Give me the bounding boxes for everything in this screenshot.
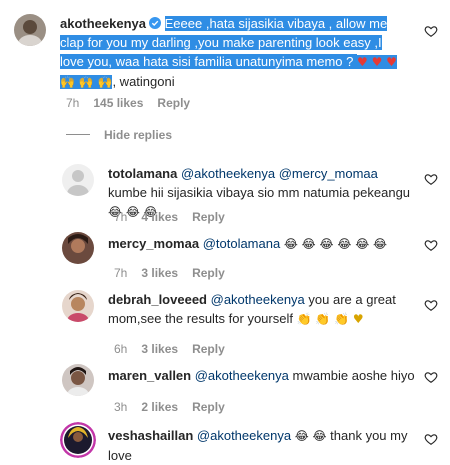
likes-count[interactable]: 4 likes: [141, 210, 178, 224]
comment-tail: , watingoni: [112, 74, 175, 89]
reply-totolamana: totolamana @akotheekenya @mercy_momaa ku…: [0, 160, 450, 224]
heart-outline-icon[interactable]: [424, 432, 438, 446]
timestamp: 3h: [114, 400, 128, 414]
heart-outline-icon[interactable]: [424, 172, 438, 186]
reply-button[interactable]: Reply: [192, 400, 225, 414]
comment-text: akotheekenya Eeeee ,hata sijasikia vibay…: [60, 14, 400, 92]
heart-outline-icon[interactable]: [424, 370, 438, 384]
comment-body: kumbe hii sijasikia vibaya sio mm natumi…: [108, 185, 411, 200]
mention[interactable]: @akotheekenya: [195, 368, 289, 383]
hide-replies-button[interactable]: Hide replies: [66, 128, 172, 142]
reply-button[interactable]: Reply: [192, 266, 225, 280]
verified-badge-icon: [149, 17, 161, 29]
reply-button[interactable]: Reply: [157, 96, 190, 110]
timestamp: 7h: [114, 210, 128, 224]
mention[interactable]: @akotheekenya @mercy_momaa: [181, 166, 378, 181]
comment-meta: 7h 145 likes Reply: [66, 96, 204, 110]
comment-text: mercy_momaa @totolamana 😂 😂 😂 😂 😂 😂: [108, 234, 418, 254]
reply-debrah-loveeed: debrah_loveeed @akotheekenya you are a g…: [0, 290, 450, 360]
mention[interactable]: @totolamana: [203, 236, 281, 251]
username[interactable]: maren_vallen: [108, 368, 191, 383]
timestamp: 7h: [114, 266, 128, 280]
heart-outline-icon[interactable]: [424, 238, 438, 252]
reply-button[interactable]: Reply: [192, 210, 225, 224]
mention[interactable]: @akotheekenya: [211, 292, 305, 307]
comment-meta: 3h 2 likes Reply: [114, 400, 239, 414]
comment-meta: 6h 3 likes Reply: [114, 342, 239, 356]
username[interactable]: debrah_loveeed: [108, 292, 207, 307]
likes-count[interactable]: 3 likes: [141, 342, 178, 356]
emoji-group: 😂 😂: [294, 429, 327, 443]
comment-akotheekenya: akotheekenya Eeeee ,hata sijasikia vibay…: [0, 0, 450, 118]
comment-text: veshashaillan @akotheekenya 😂 😂 thank yo…: [108, 426, 418, 465]
reply-button[interactable]: Reply: [192, 342, 225, 356]
mention[interactable]: @akotheekenya: [197, 428, 291, 443]
avatar[interactable]: [60, 422, 96, 458]
comment-meta: 7h 4 likes Reply: [114, 210, 239, 224]
avatar[interactable]: [62, 164, 94, 196]
likes-count[interactable]: 145 likes: [93, 96, 143, 110]
avatar[interactable]: [62, 290, 94, 322]
divider-line: [66, 134, 90, 135]
comment-body: mwambie aoshe hiyo: [288, 368, 415, 383]
avatar[interactable]: [62, 364, 94, 396]
username[interactable]: akotheekenya: [60, 16, 146, 31]
reply-maren-vallen: maren_vallen @akotheekenya mwambie aoshe…: [0, 360, 450, 416]
heart-outline-icon[interactable]: [424, 298, 438, 312]
likes-count[interactable]: 2 likes: [141, 400, 178, 414]
reply-mercy-momaa: mercy_momaa @totolamana 😂 😂 😂 😂 😂 😂 7h 3 …: [0, 228, 450, 284]
avatar[interactable]: [62, 232, 94, 264]
username[interactable]: totolamana: [108, 166, 177, 181]
username[interactable]: veshashaillan: [108, 428, 193, 443]
heart-outline-icon[interactable]: [424, 24, 438, 38]
emoji-group: 👏 👏 👏 ♥: [296, 312, 364, 326]
username[interactable]: mercy_momaa: [108, 236, 199, 251]
comment-text: maren_vallen @akotheekenya mwambie aoshe…: [108, 366, 418, 385]
timestamp: 7h: [66, 96, 80, 110]
timestamp: 6h: [114, 342, 128, 356]
comment-meta: 7h 3 likes Reply: [114, 266, 239, 280]
likes-count[interactable]: 3 likes: [141, 266, 178, 280]
emoji-group: 😂 😂 😂 😂 😂 😂: [283, 237, 388, 251]
comment-text: debrah_loveeed @akotheekenya you are a g…: [108, 290, 418, 329]
reply-veshashaillan: veshashaillan @akotheekenya 😂 😂 thank yo…: [0, 418, 450, 465]
avatar[interactable]: [14, 14, 46, 46]
